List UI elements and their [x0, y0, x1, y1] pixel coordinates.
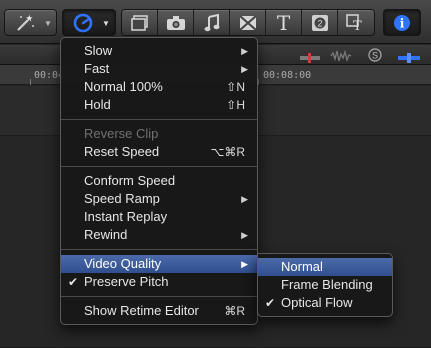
menu-item-label: Fast	[84, 61, 110, 76]
menu-item-label: Preserve Pitch	[84, 274, 169, 289]
menu-item-label: Frame Blending	[281, 277, 373, 292]
inspector-button[interactable]: i	[383, 9, 421, 36]
keyboard-shortcut: ⌘R	[224, 304, 245, 318]
menu-separator	[61, 296, 257, 297]
retime-menu: Slow ▶ Fast ▶ Normal 100% ⇧N Hold ⇧H Reverse Cli…	[60, 37, 258, 325]
submenu-arrow-icon: ▶	[241, 46, 248, 56]
menu-item-conform-speed[interactable]: Conform Speed	[61, 172, 257, 190]
submenu-arrow-icon: ▶	[241, 64, 248, 74]
magic-wand-icon	[14, 13, 36, 38]
photos-browser-button[interactable]	[158, 10, 194, 35]
timecode-label: 00:08:00	[263, 70, 312, 81]
menu-item-label: Normal	[281, 259, 323, 274]
menu-item-reverse-clip: Reverse Clip	[61, 125, 257, 143]
svg-text:2: 2	[317, 18, 322, 28]
menu-item-optical-flow[interactable]: ✔ Optical Flow	[258, 294, 392, 312]
menu-item-label: Video Quality	[84, 256, 162, 271]
menu-item-fast[interactable]: Fast ▶	[61, 60, 257, 78]
svg-text:T: T	[353, 19, 362, 32]
chevron-down-icon: ▼	[44, 19, 52, 28]
enhancements-button[interactable]: ▼	[4, 9, 57, 36]
ruler-tick	[30, 79, 31, 85]
menu-item-show-retime-editor[interactable]: Show Retime Editor ⌘R	[61, 302, 257, 320]
menu-separator	[61, 249, 257, 250]
menu-item-preserve-pitch[interactable]: ✔ Preserve Pitch	[61, 273, 257, 291]
menu-item-label: Reset Speed	[84, 144, 160, 159]
menu-item-slow[interactable]: Slow ▶	[61, 42, 257, 60]
keyboard-shortcut: ⇧H	[226, 98, 245, 112]
menu-item-rewind[interactable]: Rewind ▶	[61, 226, 257, 244]
menu-item-video-quality[interactable]: Video Quality ▶	[61, 255, 257, 273]
titles-browser-button[interactable]: T	[266, 10, 302, 35]
chevron-down-icon: ▼	[102, 19, 110, 28]
music-note-icon	[204, 13, 219, 31]
menu-item-label: Slow	[84, 43, 113, 58]
svg-text:S: S	[372, 51, 378, 61]
music-browser-button[interactable]	[194, 10, 230, 35]
menu-item-label: Rewind	[84, 227, 128, 242]
camera-icon	[166, 15, 185, 30]
menu-item-label: Optical Flow	[281, 295, 353, 310]
checkmark-icon: ✔	[265, 296, 276, 310]
menu-item-label: Normal 100%	[84, 79, 163, 94]
menu-item-frame-blending[interactable]: Frame Blending	[258, 276, 392, 294]
svg-text:i: i	[400, 16, 405, 30]
transition-icon	[238, 14, 257, 31]
menu-item-label: Conform Speed	[84, 173, 176, 188]
checkmark-icon: ✔	[68, 275, 79, 289]
menu-item-label: Show Retime Editor	[84, 303, 199, 318]
retime-button[interactable]: ▼	[62, 9, 116, 36]
media-browser-segment: T 2 T	[121, 9, 375, 36]
menu-item-instant-replay[interactable]: Instant Replay	[61, 208, 257, 226]
themes-browser-button[interactable]: T	[338, 10, 374, 35]
submenu-arrow-icon: ▶	[241, 194, 248, 204]
menu-item-label: Hold	[84, 97, 111, 112]
menu-item-hold[interactable]: Hold ⇧H	[61, 96, 257, 114]
menu-item-reset-speed[interactable]: Reset Speed ⌥⌘R	[61, 143, 257, 161]
menu-item-label: Speed Ramp	[84, 191, 160, 206]
transitions-browser-button[interactable]	[230, 10, 266, 35]
generator-icon: 2	[311, 14, 328, 31]
info-icon: i	[394, 14, 410, 31]
menu-item-label: Reverse Clip	[84, 126, 159, 141]
keyboard-shortcut: ⇧N	[226, 80, 245, 94]
menu-item-label: Instant Replay	[84, 209, 168, 224]
menu-separator	[61, 119, 257, 120]
retime-icon	[73, 13, 93, 38]
theme-icon: T	[346, 13, 362, 32]
submenu-arrow-icon: ▶	[241, 230, 248, 240]
menu-separator	[61, 166, 257, 167]
ruler-tick	[258, 79, 259, 85]
generators-browser-button[interactable]: 2	[302, 10, 338, 35]
menu-item-normal-100[interactable]: Normal 100% ⇧N	[61, 78, 257, 96]
title-icon: T	[276, 10, 291, 35]
viewer-icon	[130, 14, 148, 31]
menu-item-normal[interactable]: Normal	[258, 258, 392, 276]
menu-item-speed-ramp[interactable]: Speed Ramp ▶	[61, 190, 257, 208]
submenu-arrow-icon: ▶	[241, 259, 248, 269]
video-quality-submenu: Normal Frame Blending ✔ Optical Flow	[257, 253, 393, 317]
viewer-browser-button[interactable]	[122, 10, 158, 35]
keyboard-shortcut: ⌥⌘R	[210, 145, 246, 159]
